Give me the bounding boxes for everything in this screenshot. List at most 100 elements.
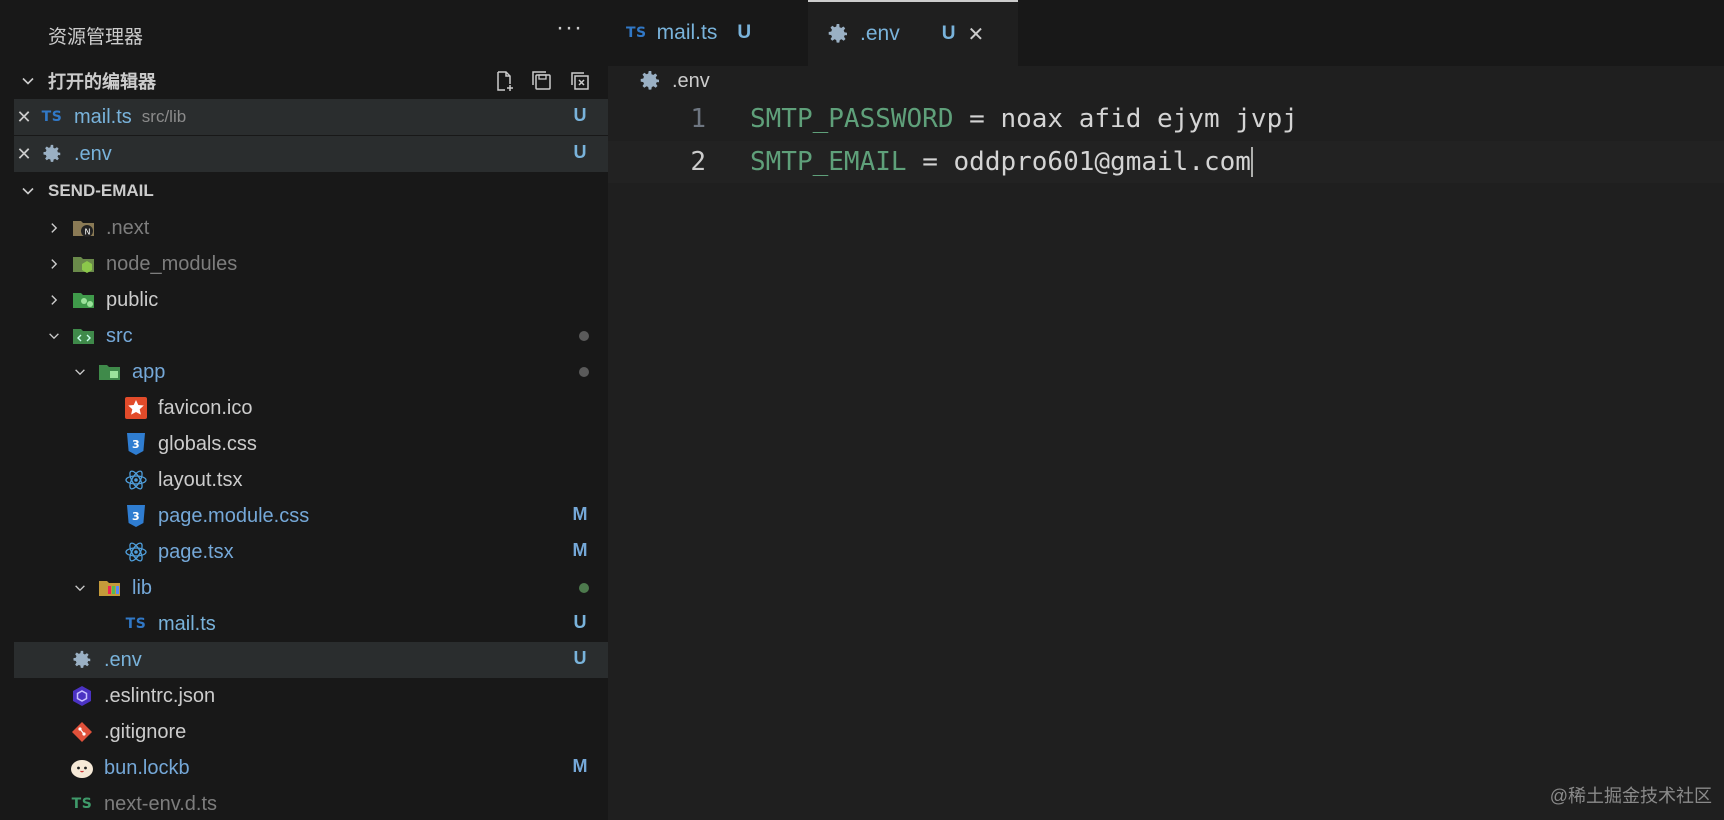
git-status-badge: U bbox=[941, 23, 956, 44]
git-status-badge: U bbox=[573, 612, 587, 632]
tab-bar: TS mail.ts U .env U ✕ bbox=[608, 0, 1724, 66]
tree-label: .gitignore bbox=[104, 720, 187, 743]
typescript-icon: TS bbox=[41, 109, 63, 125]
tree-folder-src[interactable]: src bbox=[14, 318, 608, 354]
tree-file-gitignore[interactable]: .gitignore bbox=[14, 714, 608, 750]
project-header[interactable]: SEND-EMAIL bbox=[0, 174, 608, 208]
git-status-badge: M bbox=[572, 540, 588, 560]
tree-label: next-env.d.ts bbox=[104, 792, 218, 815]
react-icon bbox=[124, 540, 148, 564]
tree-label: page.tsx bbox=[158, 540, 234, 563]
tree-label: public bbox=[106, 288, 159, 311]
chevron-down-icon bbox=[20, 73, 38, 89]
open-editor-path: src/lib bbox=[141, 107, 187, 126]
open-editor-env[interactable]: ✕ .env U bbox=[14, 136, 608, 172]
tree-label: globals.css bbox=[158, 432, 257, 455]
chevron-down-icon bbox=[44, 329, 64, 343]
tree-label: lib bbox=[132, 576, 153, 599]
tree-label: app bbox=[132, 360, 166, 383]
modified-dot bbox=[579, 367, 589, 377]
code-line-current[interactable]: 2 SMTP_EMAIL = oddpro601@gmail.com bbox=[608, 141, 1724, 183]
git-status-badge: U bbox=[573, 648, 587, 668]
tree-label: src bbox=[106, 324, 133, 347]
typescript-icon: TS bbox=[71, 796, 93, 812]
tree-file-page-tsx[interactable]: page.tsx M bbox=[14, 534, 608, 570]
close-icon[interactable]: ✕ bbox=[14, 107, 34, 128]
code-text: SMTP_EMAIL = oddpro601@gmail.com bbox=[750, 146, 1253, 178]
tree-file-globals-css[interactable]: 3 globals.css bbox=[14, 426, 608, 462]
tree-file-mail-ts[interactable]: TS mail.ts U bbox=[14, 606, 608, 642]
tree-label: page.module.css bbox=[158, 504, 310, 527]
css-icon: 3 bbox=[124, 504, 148, 528]
explorer-sidebar: 资源管理器 ··· 打开的编辑器 ✕ TS mail.ts src/lib U … bbox=[0, 0, 608, 820]
open-editors-header[interactable]: 打开的编辑器 bbox=[0, 64, 608, 98]
tree-folder-next[interactable]: N .next bbox=[14, 210, 608, 246]
git-status-badge: M bbox=[572, 504, 588, 524]
git-status-badge: M bbox=[572, 756, 588, 776]
tree-label: .next bbox=[106, 216, 150, 239]
editor-area: TS mail.ts U .env U ✕ .env 1 SMTP_PASSWO… bbox=[608, 0, 1724, 820]
close-tab-icon[interactable]: ✕ bbox=[967, 22, 984, 47]
chevron-down-icon bbox=[20, 183, 38, 199]
tab-env[interactable]: .env U ✕ bbox=[808, 0, 1018, 66]
tree-file-env[interactable]: .env U bbox=[14, 642, 608, 678]
public-folder-icon bbox=[72, 288, 96, 312]
gear-icon bbox=[638, 69, 662, 93]
tree-label: layout.tsx bbox=[158, 468, 243, 491]
tab-mail-ts[interactable]: TS mail.ts U bbox=[608, 0, 798, 66]
new-file-icon[interactable] bbox=[492, 69, 516, 93]
tree-file-page-module-css[interactable]: 3 page.module.css M bbox=[14, 498, 608, 534]
open-editor-label: .env bbox=[74, 142, 112, 165]
breadcrumb[interactable]: .env bbox=[638, 66, 710, 96]
save-all-icon[interactable] bbox=[530, 69, 554, 93]
favicon-icon bbox=[124, 396, 148, 420]
line-number: 2 bbox=[690, 147, 706, 177]
more-actions-button[interactable]: ··· bbox=[556, 14, 583, 42]
text-cursor bbox=[1250, 147, 1253, 178]
tree-label: mail.ts bbox=[158, 612, 216, 635]
tab-label: mail.ts bbox=[656, 21, 718, 44]
bun-icon bbox=[70, 756, 94, 780]
project-label: SEND-EMAIL bbox=[48, 181, 154, 200]
code-text: SMTP_PASSWORD = noax afid ejym jvpj bbox=[750, 104, 1298, 134]
modified-dot bbox=[579, 331, 589, 341]
eslint-icon bbox=[70, 684, 94, 708]
tree-folder-app[interactable]: app bbox=[14, 354, 608, 390]
tree-label: node_modules bbox=[106, 252, 238, 275]
gear-icon bbox=[40, 142, 64, 166]
untracked-dot bbox=[579, 583, 589, 593]
tree-file-next-env[interactable]: TS next-env.d.ts bbox=[14, 786, 608, 820]
tree-folder-node-modules[interactable]: node_modules bbox=[14, 246, 608, 282]
svg-text:3: 3 bbox=[132, 438, 140, 451]
explorer-title: 资源管理器 bbox=[48, 27, 144, 48]
tree-label: favicon.ico bbox=[158, 396, 253, 419]
breadcrumb-file: .env bbox=[672, 69, 710, 92]
react-icon bbox=[124, 468, 148, 492]
svg-text:3: 3 bbox=[132, 510, 140, 523]
close-all-icon[interactable] bbox=[568, 69, 592, 93]
chevron-right-icon bbox=[44, 293, 64, 307]
tree-folder-public[interactable]: public bbox=[14, 282, 608, 318]
code-line[interactable]: 1 SMTP_PASSWORD = noax afid ejym jvpj bbox=[608, 98, 1724, 140]
open-editor-label: mail.ts bbox=[74, 105, 132, 128]
chevron-right-icon bbox=[44, 257, 64, 271]
typescript-icon: TS bbox=[626, 25, 647, 41]
tree-file-eslintrc[interactable]: .eslintrc.json bbox=[14, 678, 608, 714]
chevron-right-icon bbox=[44, 221, 64, 235]
tree-file-favicon[interactable]: favicon.ico bbox=[14, 390, 608, 426]
git-status-badge: U bbox=[737, 22, 752, 43]
tree-file-layout-tsx[interactable]: layout.tsx bbox=[14, 462, 608, 498]
css-icon: 3 bbox=[124, 432, 148, 456]
close-icon[interactable]: ✕ bbox=[14, 144, 34, 165]
git-icon bbox=[70, 720, 94, 744]
svg-text:N: N bbox=[85, 228, 91, 237]
tree-folder-lib[interactable]: lib bbox=[14, 570, 608, 606]
gear-icon bbox=[826, 22, 850, 46]
next-folder-icon: N bbox=[72, 216, 96, 240]
open-editors-label: 打开的编辑器 bbox=[48, 72, 156, 92]
chevron-down-icon bbox=[70, 365, 90, 379]
tree-label: .env bbox=[104, 648, 142, 671]
tree-label: .eslintrc.json bbox=[104, 684, 216, 707]
open-editor-mail-ts[interactable]: ✕ TS mail.ts src/lib U bbox=[14, 99, 608, 135]
tree-file-bun-lockb[interactable]: bun.lockb M bbox=[14, 750, 608, 786]
